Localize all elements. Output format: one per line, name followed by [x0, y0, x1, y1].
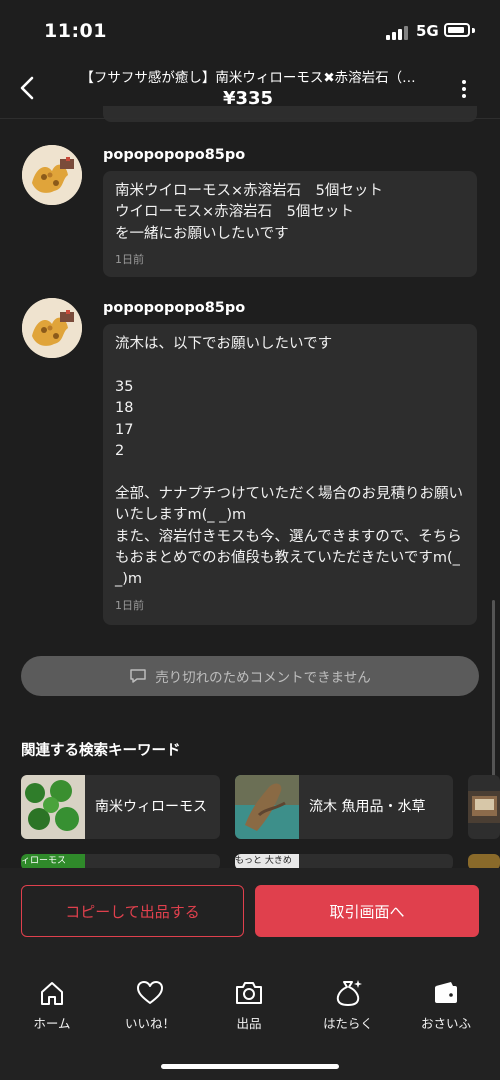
- tab-sell[interactable]: 出品: [209, 978, 289, 1032]
- item-title: 【フサフサ感が癒し】南米ウィローモス✖赤溶岩石（…: [80, 70, 416, 86]
- keyword-chip[interactable]: [468, 775, 500, 839]
- camera-icon: [236, 982, 262, 1004]
- network-type: 5G: [416, 22, 439, 40]
- keyword-thumbnail: [235, 775, 299, 839]
- heart-icon: [137, 981, 163, 1004]
- keyword-thumbnail: [21, 775, 85, 839]
- previous-comment-bubble: [103, 106, 477, 122]
- tab-work[interactable]: はたらく: [308, 978, 388, 1032]
- comment-icon: [130, 669, 146, 683]
- tab-label: いいね！: [124, 1016, 175, 1031]
- chevron-left-icon: [20, 76, 34, 100]
- more-menu-button[interactable]: [456, 78, 472, 100]
- avatar[interactable]: [22, 145, 82, 205]
- tab-home[interactable]: ホーム: [12, 978, 92, 1032]
- comment-time: 1日前: [115, 253, 144, 267]
- home-icon: [41, 982, 63, 1005]
- keyword-chip[interactable]: 南米ウィローモス: [21, 775, 220, 839]
- wallet-icon: [435, 982, 457, 1003]
- comment-bubble: 流木は、以下でお願いしたいです 35 18 17 2 全部、ナナプチつけていただ…: [103, 324, 477, 625]
- avatar-image: [22, 145, 82, 205]
- copy-and-list-button[interactable]: コピーして出品する: [21, 885, 244, 937]
- tab-likes[interactable]: いいね！: [110, 978, 190, 1032]
- tab-label: 出品: [236, 1016, 262, 1031]
- keyword-label: 流木 魚用品・水草: [309, 799, 426, 815]
- keyword-thumbnail: [468, 791, 500, 823]
- keyword-chip[interactable]: 流木 魚用品・水草: [235, 775, 453, 839]
- tab-label: はたらく: [323, 1016, 373, 1031]
- tab-wallet[interactable]: おさいふ: [406, 978, 486, 1032]
- avatar[interactable]: [22, 298, 82, 358]
- back-button[interactable]: [14, 72, 42, 104]
- home-indicator: [161, 1064, 339, 1069]
- comment-username[interactable]: popopopopo85po: [103, 147, 245, 163]
- comment-time: 1日前: [115, 598, 144, 612]
- go-to-trade-button[interactable]: 取引画面へ: [255, 885, 479, 937]
- more-dots-icon: [462, 80, 466, 84]
- keyword-label: 南米ウィローモス: [95, 799, 207, 815]
- comment-disabled-bar: 売り切れのためコメントできません: [21, 656, 479, 696]
- header-divider: [0, 118, 500, 119]
- status-time: 11:01: [44, 20, 107, 42]
- money-bag-icon: [336, 980, 362, 1006]
- avatar-image: [22, 298, 82, 358]
- comment-text: 流木は、以下でお願いしたいです 35 18 17 2 全部、ナナプチつけていただ…: [115, 336, 463, 588]
- tab-label: おさいふ: [420, 1016, 471, 1031]
- signal-icon: [386, 24, 408, 40]
- comment-username[interactable]: popopopopo85po: [103, 300, 245, 316]
- comment-text: 南米ウイローモス×赤溶岩石 5個セット ウイローモス×赤溶岩石 5個セット を一…: [115, 183, 383, 242]
- comment-bubble: 南米ウイローモス×赤溶岩石 5個セット ウイローモス×赤溶岩石 5個セット を一…: [103, 171, 477, 277]
- comment-disabled-text: 売り切れのためコメントできません: [155, 670, 371, 686]
- battery-icon: [444, 23, 470, 37]
- battery-cap: [472, 28, 475, 33]
- keywords-title: 関連する検索キーワード: [21, 743, 181, 759]
- tab-label: ホーム: [33, 1016, 71, 1031]
